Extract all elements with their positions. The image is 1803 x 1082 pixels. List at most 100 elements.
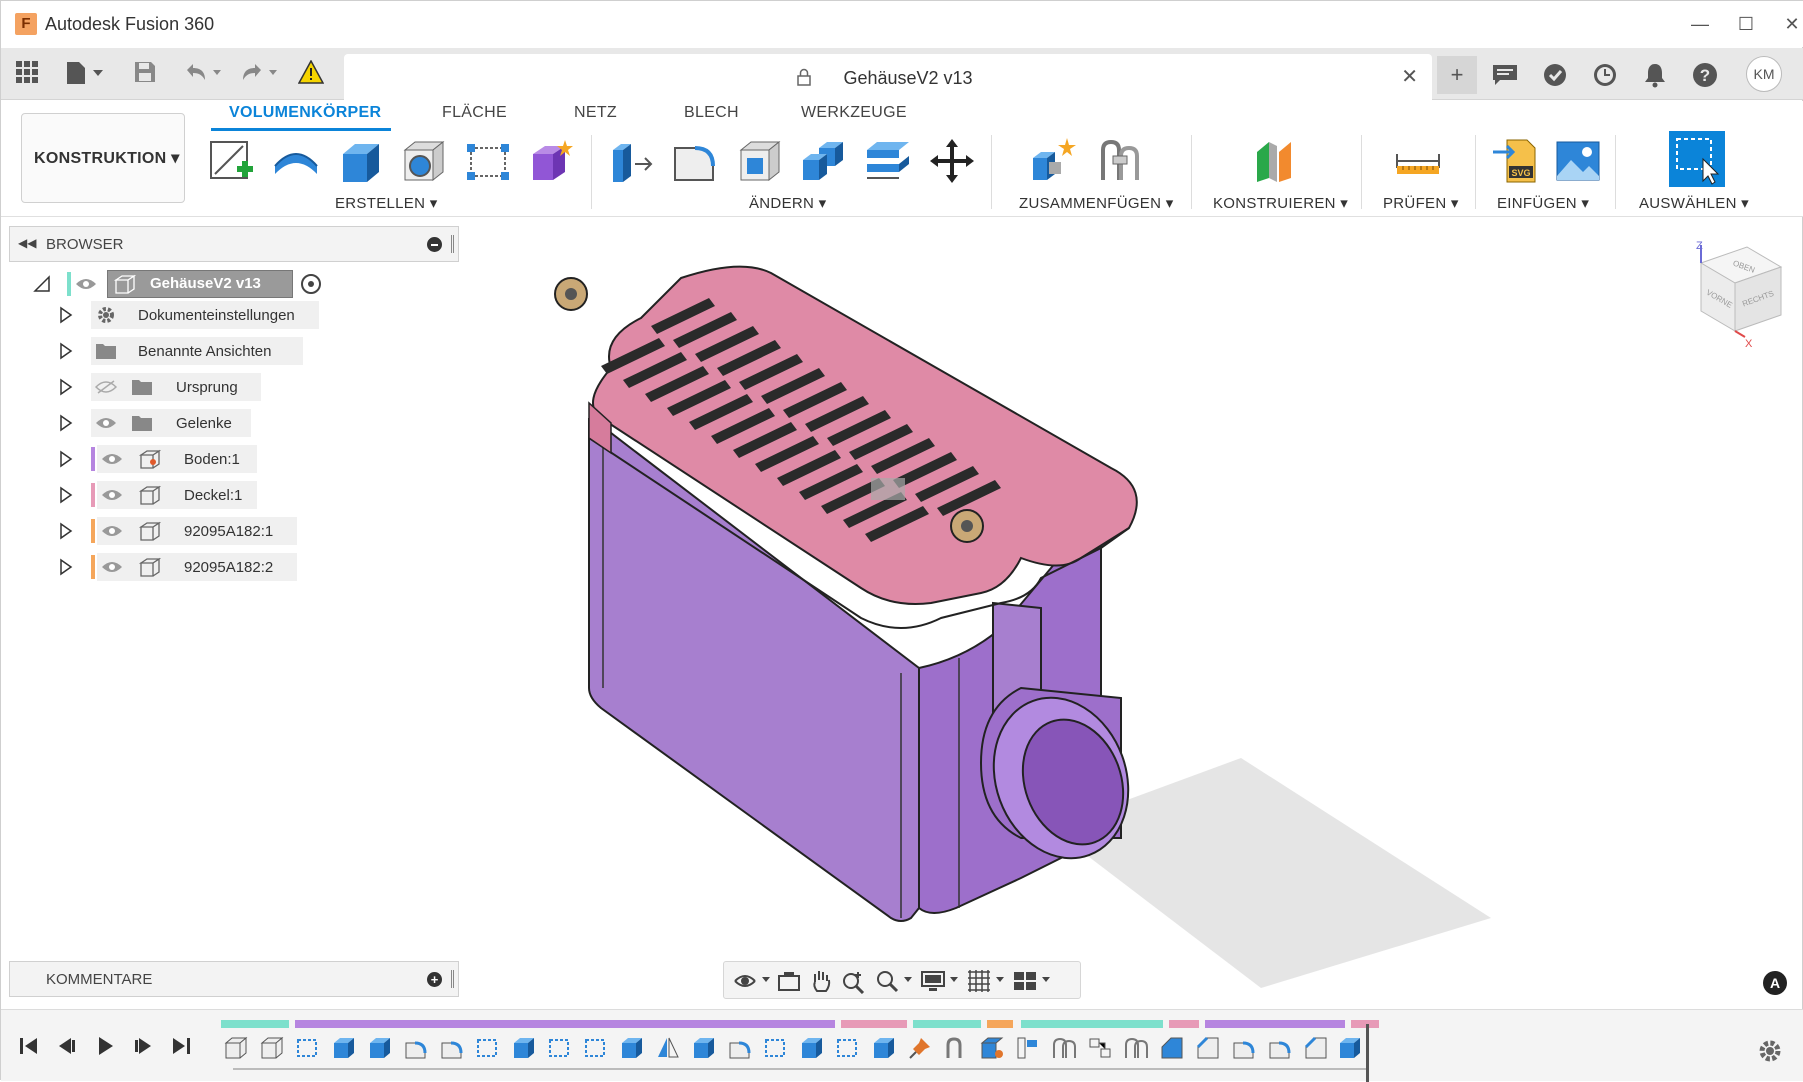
panel-grip-icon[interactable]	[451, 235, 454, 253]
create-form-icon[interactable]	[527, 136, 577, 186]
timeline-sketch-icon[interactable]	[295, 1035, 321, 1061]
timeline-sketch-icon[interactable]	[475, 1035, 501, 1061]
browser-item-ursprung[interactable]: Ursprung	[59, 373, 339, 401]
viewcube[interactable]: OBEN VORNE RECHTS Z X	[1681, 241, 1791, 351]
timeline-body-icon[interactable]	[223, 1035, 249, 1061]
add-comment-icon[interactable]: +	[427, 972, 442, 987]
timeline-extrude-icon[interactable]	[331, 1035, 357, 1061]
offset-plane-icon[interactable]	[1251, 136, 1301, 186]
timeline-joint-icon[interactable]	[1051, 1035, 1077, 1061]
tab-werkzeuge[interactable]: WERKZEUGE	[801, 104, 907, 122]
orbit-dropdown-icon[interactable]	[762, 977, 770, 982]
group-aendern[interactable]: ÄNDERN ▾	[749, 194, 826, 212]
warning-icon[interactable]	[297, 59, 325, 88]
fillet-icon[interactable]	[671, 136, 721, 186]
browser-item-benannte-ansichten[interactable]: Benannte Ansichten	[59, 337, 339, 365]
tab-flaeche[interactable]: FLÄCHE	[442, 104, 507, 122]
timeline-joint-icon[interactable]	[1123, 1035, 1149, 1061]
shell-icon[interactable]	[735, 136, 785, 186]
timeline-extrude-icon[interactable]	[691, 1035, 717, 1061]
timeline-fillet-icon[interactable]	[1267, 1035, 1293, 1061]
hidden-eye-icon[interactable]	[95, 380, 117, 394]
offset-face-icon[interactable]	[863, 136, 913, 186]
timeline-chamfer-icon[interactable]	[1195, 1035, 1221, 1061]
collapse-panel-icon[interactable]: ◀◀	[18, 236, 36, 250]
timeline-extrude-icon[interactable]	[1337, 1035, 1363, 1061]
play-icon[interactable]	[91, 1032, 119, 1060]
go-to-end-icon[interactable]	[167, 1032, 195, 1060]
user-avatar[interactable]: KM	[1746, 56, 1782, 92]
app-grid-icon[interactable]	[13, 60, 41, 88]
timeline-fillet-icon[interactable]	[403, 1035, 429, 1061]
group-auswaehlen[interactable]: AUSWÄHLEN ▾	[1639, 194, 1749, 212]
group-pruefen[interactable]: PRÜFEN ▾	[1383, 194, 1459, 212]
panel-grip-icon[interactable]	[451, 970, 454, 988]
close-tab-icon[interactable]: ✕	[1401, 64, 1418, 89]
root-component[interactable]: GehäuseV2 v13	[107, 270, 293, 298]
timeline-fillet-icon[interactable]	[1231, 1035, 1257, 1061]
browser-item-92095a182-1[interactable]: 92095A182:1	[59, 517, 339, 545]
group-einfuegen[interactable]: EINFÜGEN ▾	[1497, 194, 1589, 212]
comment-icon[interactable]	[1485, 56, 1525, 94]
timeline-extrude-icon[interactable]	[511, 1035, 537, 1061]
go-to-start-icon[interactable]	[15, 1032, 43, 1060]
maximize-button[interactable]: ☐	[1723, 9, 1769, 39]
collapse-triangle-icon[interactable]	[33, 275, 51, 293]
timeline-sketch-icon[interactable]	[547, 1035, 573, 1061]
expand-triangle-icon[interactable]	[59, 306, 73, 324]
redo-icon[interactable]	[237, 60, 281, 88]
timeline-extrude-icon[interactable]	[871, 1035, 897, 1061]
visibility-eye-icon[interactable]	[101, 524, 123, 538]
orbit-icon[interactable]	[732, 968, 758, 994]
step-back-icon[interactable]	[53, 1032, 81, 1060]
collapse-browser-icon[interactable]	[427, 237, 442, 252]
expand-triangle-icon[interactable]	[59, 414, 73, 432]
timeline-mirror-icon[interactable]	[655, 1035, 681, 1061]
timeline-extrude-icon[interactable]	[367, 1035, 393, 1061]
timeline-fillet-icon[interactable]	[727, 1035, 753, 1061]
browser-item-deckel[interactable]: Deckel:1	[59, 481, 339, 509]
visibility-eye-icon[interactable]	[75, 277, 97, 291]
timeline-component-icon[interactable]	[979, 1035, 1005, 1061]
timeline-chamfer-icon[interactable]	[1303, 1035, 1329, 1061]
file-menu-icon[interactable]	[63, 60, 107, 88]
close-window-button[interactable]: ✕	[1769, 9, 1803, 39]
workspace-selector[interactable]: KONSTRUKTION ▾	[21, 113, 185, 203]
timeline-pin-icon[interactable]	[907, 1035, 933, 1061]
activate-component-icon[interactable]	[301, 274, 321, 294]
timeline-joint-icon[interactable]	[943, 1035, 969, 1061]
display-dropdown-icon[interactable]	[950, 977, 958, 982]
pan-hand-icon[interactable]	[808, 968, 834, 994]
display-settings-icon[interactable]	[920, 968, 946, 994]
expand-triangle-icon[interactable]	[59, 342, 73, 360]
tab-blech[interactable]: BLECH	[684, 104, 739, 122]
measure-icon[interactable]	[1393, 136, 1443, 186]
timeline-body-icon[interactable]	[259, 1035, 285, 1061]
save-icon[interactable]	[131, 60, 159, 88]
combine-icon[interactable]	[799, 136, 849, 186]
grid-settings-icon[interactable]	[966, 968, 992, 994]
select-icon[interactable]	[1669, 131, 1725, 187]
minimize-button[interactable]: —	[1677, 9, 1723, 39]
browser-item-92095a182-2[interactable]: 92095A182:2	[59, 553, 339, 581]
joint-icon[interactable]	[1095, 136, 1145, 186]
insert-canvas-icon[interactable]	[1553, 136, 1603, 186]
timeline-chamfer-icon[interactable]	[1159, 1035, 1185, 1061]
tab-volumenkoerper[interactable]: VOLUMENKÖRPER	[229, 104, 381, 122]
step-forward-icon[interactable]	[129, 1032, 157, 1060]
expand-triangle-icon[interactable]	[59, 558, 73, 576]
expand-triangle-icon[interactable]	[59, 378, 73, 396]
visibility-eye-icon[interactable]	[101, 452, 123, 466]
undo-icon[interactable]	[181, 60, 225, 88]
zoom-dropdown-icon[interactable]	[904, 977, 912, 982]
visibility-eye-icon[interactable]	[95, 416, 117, 430]
press-pull-icon[interactable]	[607, 136, 657, 186]
browser-item-boden[interactable]: Boden:1	[59, 445, 339, 473]
group-erstellen[interactable]: ERSTELLEN ▾	[335, 194, 438, 212]
timeline-extrude-icon[interactable]	[799, 1035, 825, 1061]
extrude-icon[interactable]	[335, 136, 385, 186]
viewports-icon[interactable]	[1012, 968, 1038, 994]
timeline-settings-gear-icon[interactable]	[1757, 1038, 1783, 1064]
expand-triangle-icon[interactable]	[59, 522, 73, 540]
timeline-sketch-icon[interactable]	[583, 1035, 609, 1061]
